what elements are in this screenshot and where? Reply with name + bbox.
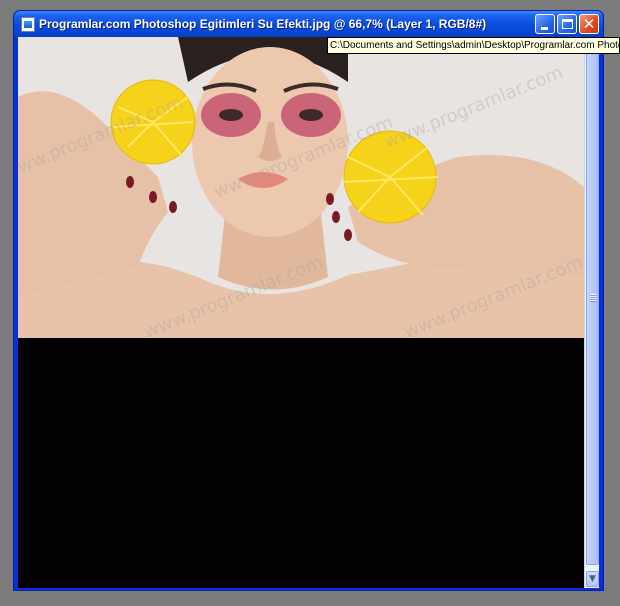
maximize-icon (562, 19, 573, 29)
chevron-down-icon: ▼ (589, 574, 596, 584)
close-button[interactable]: ✕ (579, 14, 599, 34)
black-canvas-region[interactable] (18, 338, 584, 588)
minimize-button[interactable] (535, 14, 555, 34)
document-window[interactable]: Programlar.com Photoshop Egitimleri Su E… (13, 10, 604, 591)
portrait-image (18, 37, 584, 338)
minimize-icon (541, 27, 548, 30)
photo-layer[interactable]: www.programlar.com www.programlar.com ww… (18, 37, 584, 338)
document-icon[interactable] (21, 16, 35, 32)
scroll-thumb[interactable] (586, 39, 599, 565)
title-bar[interactable]: Programlar.com Photoshop Egitimleri Su E… (14, 11, 603, 37)
canvas-area[interactable]: www.programlar.com www.programlar.com ww… (18, 37, 599, 588)
maximize-button[interactable] (557, 14, 577, 34)
scroll-down-button[interactable]: ▼ (586, 571, 599, 587)
close-icon: ✕ (582, 15, 596, 33)
grip-icon (590, 294, 597, 302)
file-path-tooltip: C:\Documents and Settings\admin\Desktop\… (327, 37, 620, 54)
vertical-scrollbar[interactable]: ▼ (584, 37, 599, 588)
window-title: Programlar.com Photoshop Egitimleri Su E… (39, 17, 487, 31)
